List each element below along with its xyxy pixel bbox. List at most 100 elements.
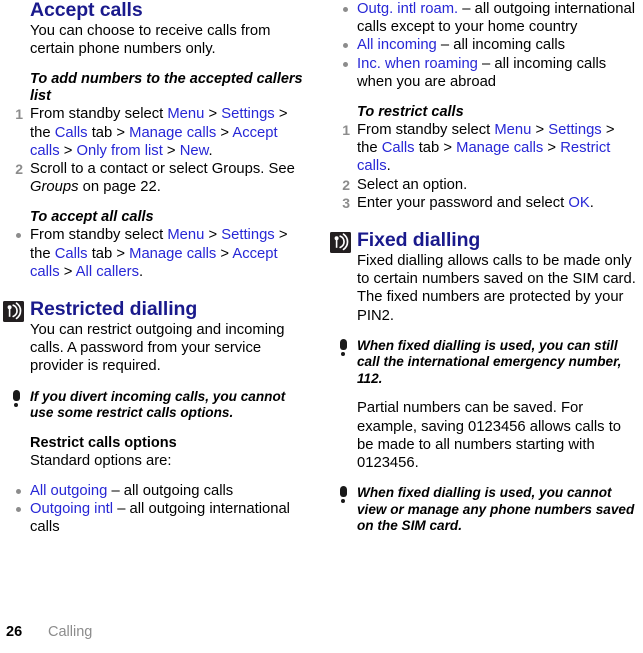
- text-run: on page 22.: [78, 179, 161, 196]
- bullets-restrict-options-right: Outg. intl roam. – all outgoing internat…: [330, 0, 636, 91]
- exclamation-note-icon: [12, 389, 21, 407]
- bullet-item: All incoming – all incoming calls: [330, 36, 636, 54]
- subheading-add-numbers: To add numbers to the accepted callers l…: [30, 71, 303, 105]
- text-run: Scroll to a contact or select Groups. Se…: [30, 161, 295, 178]
- text-run: >: [204, 227, 222, 244]
- antenna-signal-icon: [330, 232, 351, 254]
- menu-path-link[interactable]: Menu: [167, 106, 204, 122]
- bullet-item: Inc. when roaming – all incoming calls w…: [330, 55, 636, 91]
- text-run: From standby select: [30, 227, 168, 244]
- text-run: From standby select: [30, 106, 168, 123]
- menu-path-link[interactable]: Manage calls: [456, 140, 543, 156]
- step-item: 1 From standby select Menu > Settings > t…: [3, 105, 309, 160]
- menu-path-link[interactable]: All outgoing: [30, 483, 107, 499]
- left-column: Accept calls You can choose to receive c…: [3, 0, 309, 536]
- chapter-name: Calling: [48, 624, 93, 640]
- subheading-accept-all: To accept all calls: [30, 209, 154, 226]
- note-text: When fixed dialling is used, you can sti…: [357, 337, 622, 386]
- section-restricted-dialling: Restricted dialling You can restrict out…: [3, 299, 309, 536]
- restrict-calls-options-intro: Standard options are:: [30, 452, 172, 469]
- bullets-accept-all: From standby select Menu > Settings > th…: [3, 226, 309, 281]
- step-item: 1 From standby select Menu > Settings > t…: [330, 121, 636, 176]
- text-run: >: [59, 263, 76, 280]
- step-number: 1: [15, 106, 23, 123]
- right-column: Outg. intl roam. – all outgoing internat…: [330, 0, 636, 535]
- step-number: 2: [15, 161, 23, 178]
- text-run: tab >: [414, 140, 457, 157]
- step-number: 2: [342, 176, 350, 193]
- bullet-item: From standby select Menu > Settings > th…: [3, 226, 309, 281]
- restricted-dialling-intro: You can restrict outgoing and incoming c…: [30, 322, 285, 375]
- page-number: 26: [6, 624, 23, 640]
- text-run: >: [216, 124, 233, 141]
- exclamation-note-icon: [339, 486, 348, 504]
- text-run: .: [138, 263, 144, 280]
- note-fixed-no-view: When fixed dialling is used, you cannot …: [330, 485, 636, 535]
- text-run: .: [386, 158, 391, 175]
- text-run: – all incoming calls: [436, 37, 566, 54]
- menu-path-link[interactable]: Settings: [221, 227, 274, 243]
- note-divert-incoming: If you divert incoming calls, you cannot…: [3, 389, 309, 422]
- section-heading-fixed-dialling: Fixed dialling: [357, 229, 481, 252]
- bullet-item: Outgoing intl – all outgoing internation…: [3, 500, 309, 536]
- subheading-to-restrict-calls: To restrict calls: [357, 104, 464, 121]
- text-run: >: [216, 245, 233, 262]
- menu-path-link[interactable]: New: [180, 143, 209, 159]
- text-run: From standby select: [357, 122, 495, 139]
- steps-restrict-calls: 1 From standby select Menu > Settings > t…: [330, 121, 636, 212]
- text-run: .: [208, 142, 213, 159]
- menu-path-link[interactable]: Calls: [55, 246, 88, 262]
- accept-calls-intro: You can choose to receive calls from cer…: [30, 23, 271, 58]
- section-fixed-dialling: Fixed dialling Fixed dialling allows cal…: [330, 230, 636, 535]
- subheading-restrict-calls-options: Restrict calls options: [30, 434, 177, 451]
- menu-path-link[interactable]: Calls: [382, 140, 415, 156]
- note-fixed-emergency: When fixed dialling is used, you can sti…: [330, 338, 636, 388]
- text-run: .: [589, 194, 594, 211]
- text-run: >: [543, 140, 561, 157]
- menu-path-link[interactable]: Outgoing intl: [30, 501, 113, 517]
- menu-path-link[interactable]: Manage calls: [129, 125, 216, 141]
- text-run: >: [59, 142, 77, 159]
- text-run: >: [204, 106, 222, 123]
- menu-path-link[interactable]: All callers: [76, 264, 139, 280]
- bullet-item: Outg. intl roam. – all outgoing internat…: [330, 0, 636, 36]
- text-run: Select an option.: [357, 176, 468, 193]
- steps-add-numbers: 1 From standby select Menu > Settings > t…: [3, 105, 309, 196]
- menu-path-link[interactable]: Only from list: [76, 143, 162, 159]
- manual-page: Accept calls You can choose to receive c…: [0, 0, 643, 653]
- fixed-dialling-intro: Fixed dialling allows calls to be made o…: [357, 253, 636, 324]
- menu-path-link[interactable]: Calls: [55, 125, 88, 141]
- menu-path-link[interactable]: Settings: [548, 122, 601, 138]
- bullet-item: All outgoing – all outgoing calls: [3, 482, 309, 500]
- note-text: If you divert incoming calls, you cannot…: [30, 388, 286, 421]
- step-item: 2 Select an option.: [330, 176, 636, 194]
- text-run: – all outgoing calls: [107, 482, 234, 499]
- text-run: tab >: [87, 124, 130, 141]
- antenna-signal-icon: [3, 301, 24, 323]
- text-run: >: [162, 142, 180, 159]
- cross-reference: Groups: [30, 179, 79, 196]
- step-number: 1: [342, 122, 350, 139]
- menu-path-link[interactable]: Menu: [494, 122, 531, 138]
- step-number: 3: [342, 194, 350, 211]
- section-accept-calls: Accept calls You can choose to receive c…: [3, 0, 309, 281]
- exclamation-note-icon: [339, 338, 348, 356]
- section-heading-accept-calls: Accept calls: [30, 0, 143, 21]
- text-run: tab >: [87, 245, 130, 262]
- text-run: Enter your password and select: [357, 194, 569, 211]
- menu-path-link[interactable]: Menu: [167, 227, 204, 243]
- page-footer: 26 Calling: [6, 624, 92, 641]
- menu-path-link[interactable]: OK: [568, 195, 589, 211]
- menu-path-link[interactable]: All incoming: [357, 37, 437, 53]
- menu-path-link[interactable]: Manage calls: [129, 246, 216, 262]
- menu-path-link[interactable]: Settings: [221, 106, 274, 122]
- step-item: 3 Enter your password and select OK.: [330, 194, 636, 212]
- fixed-dialling-partial-numbers: Partial numbers can be saved. For exampl…: [357, 400, 622, 471]
- menu-path-link[interactable]: Outg. intl roam.: [357, 1, 458, 17]
- section-heading-restricted-dialling: Restricted dialling: [30, 298, 198, 321]
- menu-path-link[interactable]: Inc. when roaming: [357, 56, 478, 72]
- text-run: >: [531, 122, 549, 139]
- step-item: 2 Scroll to a contact or select Groups. S…: [3, 160, 309, 196]
- note-text: When fixed dialling is used, you cannot …: [357, 485, 635, 534]
- bullets-restrict-options-left: All outgoing – all outgoing calls Outgoin…: [3, 482, 309, 537]
